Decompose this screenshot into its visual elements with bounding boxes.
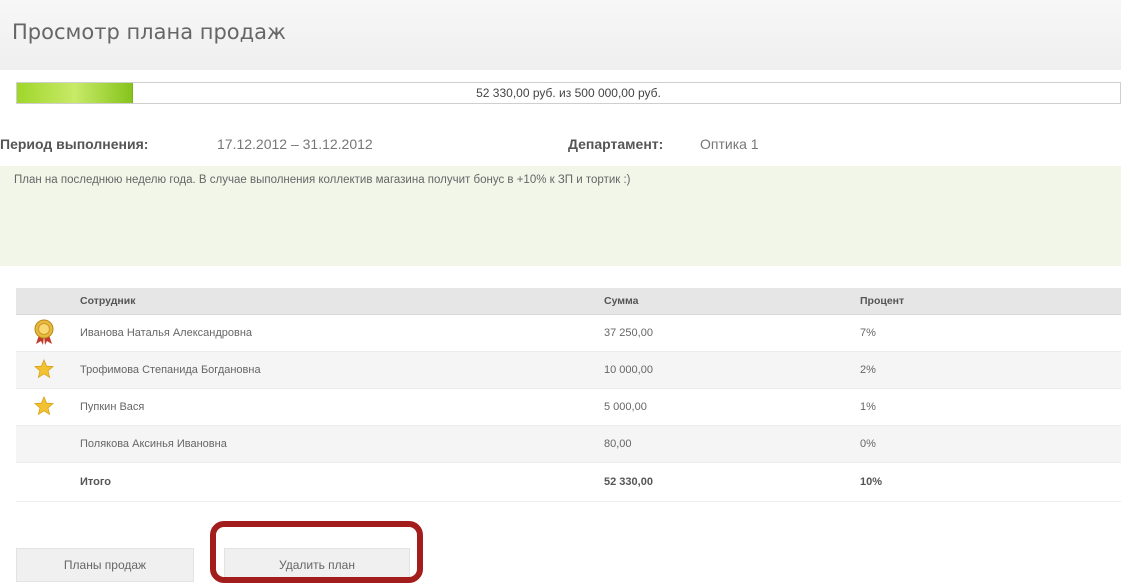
sales-table: Сотрудник Сумма Процент Иванова Наталья … [16,288,1121,502]
sales-plans-button[interactable]: Планы продаж [16,548,194,582]
period-label: Период выполнения: [0,136,149,152]
page-title: Просмотр плана продаж [12,20,286,44]
total-percent: 10% [852,462,1121,502]
delete-plan-button[interactable]: Удалить план [224,548,410,582]
medal-icon [34,319,54,345]
employee-name[interactable]: Иванова Наталья Александровна [72,314,596,352]
employee-name[interactable]: Трофимова Степанида Богдановна [72,351,596,389]
department-label: Департамент: [568,136,664,152]
award-cell [16,425,72,463]
progress-text: 52 330,00 руб. из 500 000,00 руб. [476,86,661,100]
star-icon [33,395,55,415]
employee-name[interactable]: Пупкин Вася [72,388,596,426]
employee-percent: 1% [852,388,1121,426]
period-value: 17.12.2012 – 31.12.2012 [217,136,373,152]
column-header-percent[interactable]: Процент [852,288,1121,315]
plan-progress-bar: 52 330,00 руб. из 500 000,00 руб. [16,82,1121,104]
department-value: Оптика 1 [700,136,759,152]
table-row: Полякова Аксинья Ивановна 80,00 0% [16,425,1121,463]
employee-percent: 2% [852,351,1121,389]
total-amount: 52 330,00 [596,462,852,502]
employee-amount: 5 000,00 [596,388,852,426]
award-cell [16,351,72,389]
table-row: Пупкин Вася 5 000,00 1% [16,388,1121,426]
award-cell [16,388,72,426]
employee-name[interactable]: Полякова Аксинья Ивановна [72,425,596,463]
award-cell [16,462,72,502]
total-row: Итого 52 330,00 10% [16,462,1121,502]
table-row: Трофимова Степанида Богдановна 10 000,00… [16,351,1121,389]
column-header-employee[interactable]: Сотрудник [72,288,596,315]
icon-column-header [16,288,72,315]
table-header-row: Сотрудник Сумма Процент [16,288,1121,315]
column-header-amount[interactable]: Сумма [596,288,852,315]
total-label: Итого [72,462,596,502]
award-cell [16,314,72,352]
table-row: Иванова Наталья Александровна 37 250,00 … [16,314,1121,352]
employee-amount: 37 250,00 [596,314,852,352]
employee-percent: 0% [852,425,1121,463]
employee-amount: 10 000,00 [596,351,852,389]
employee-percent: 7% [852,314,1121,352]
employee-amount: 80,00 [596,425,852,463]
star-icon [33,358,55,378]
plan-description: План на последнюю неделю года. В случае … [0,166,1121,266]
